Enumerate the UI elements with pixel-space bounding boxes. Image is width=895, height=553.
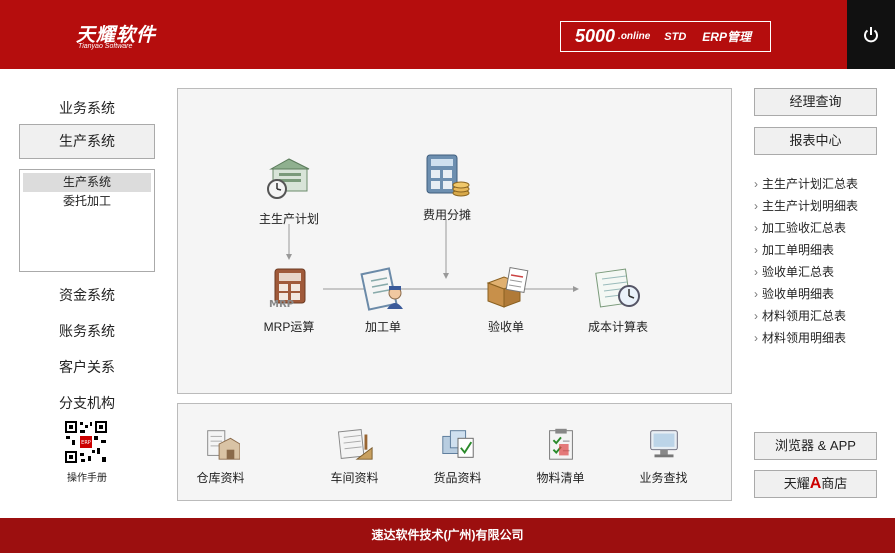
node-master-plan[interactable]: 主生产计划 bbox=[244, 157, 334, 227]
report-label: 加工验收汇总表 bbox=[762, 221, 847, 235]
report-link-5[interactable]: › 验收单明细表 bbox=[754, 285, 834, 302]
item-label: 仓库资料 bbox=[196, 471, 245, 485]
item-bom[interactable]: 物料清单 bbox=[518, 426, 603, 486]
product-version: 5000 bbox=[575, 26, 616, 46]
report-label: 材料领用汇总表 bbox=[762, 309, 847, 323]
item-goods[interactable]: 货品资料 bbox=[415, 426, 500, 486]
nav-branch[interactable]: 分支机构 bbox=[18, 393, 156, 413]
nav-funds[interactable]: 资金系统 bbox=[18, 285, 156, 305]
chevron-right-icon: › bbox=[754, 331, 758, 345]
logo-subtext: Tianyao Software bbox=[78, 43, 133, 50]
item-label: 物料清单 bbox=[536, 471, 585, 485]
product-badge: 5000 .online STD ERP管理 bbox=[560, 21, 771, 52]
report-link-6[interactable]: › 材料领用汇总表 bbox=[754, 307, 846, 324]
chevron-right-icon: › bbox=[754, 199, 758, 213]
report-center-button[interactable]: 报表中心 bbox=[754, 127, 877, 155]
node-work-order[interactable]: 加工单 bbox=[338, 265, 428, 335]
flow-arrows bbox=[286, 219, 579, 292]
node-label: MRP运算 bbox=[263, 320, 315, 334]
clipboard-worker-icon bbox=[360, 267, 403, 311]
report-label: 主生产计划明细表 bbox=[762, 199, 859, 213]
mrp-icon: MRP bbox=[269, 268, 306, 310]
power-icon bbox=[864, 26, 878, 42]
report-label: 验收单明细表 bbox=[762, 287, 835, 301]
node-label: 成本计算表 bbox=[587, 320, 648, 334]
report-label: 主生产计划汇总表 bbox=[762, 177, 859, 191]
report-link-7[interactable]: › 材料领用明细表 bbox=[754, 329, 846, 346]
qr-code-icon[interactable]: ERP bbox=[64, 420, 108, 464]
nav-production[interactable]: 生产系统 bbox=[19, 124, 155, 159]
node-cost-allocation[interactable]: 费用分摊 bbox=[402, 153, 492, 223]
goods-icon bbox=[441, 430, 474, 458]
production-sublist: 生产系统 委托加工 bbox=[19, 169, 155, 272]
browser-app-button[interactable]: 浏览器 & APP bbox=[754, 432, 877, 460]
header-bar: 天耀软件 Tianyao Software 5000 .online STD E… bbox=[0, 0, 895, 69]
report-label: 材料领用明细表 bbox=[762, 331, 847, 345]
chevron-right-icon: › bbox=[754, 177, 758, 191]
report-link-2[interactable]: › 加工验收汇总表 bbox=[754, 219, 846, 236]
workshop-icon bbox=[337, 429, 373, 460]
app-store-button[interactable]: 天耀A商店 bbox=[754, 470, 877, 498]
power-button[interactable] bbox=[847, 0, 895, 69]
node-label: 验收单 bbox=[487, 320, 524, 334]
item-label: 业务查找 bbox=[639, 471, 688, 485]
item-label: 货品资料 bbox=[433, 471, 482, 485]
calculator-coins-icon bbox=[426, 154, 470, 197]
qr-label: 操作手册 bbox=[67, 473, 107, 484]
flow-panel: 主生产计划 费用分摊 MRP MRP运算 加工单 验收单 成本计算表 bbox=[177, 88, 732, 394]
item-warehouse[interactable]: 仓库资料 bbox=[178, 426, 263, 486]
svg-text:MRP: MRP bbox=[269, 299, 294, 310]
chevron-right-icon: › bbox=[754, 243, 758, 257]
report-label: 验收单汇总表 bbox=[762, 265, 835, 279]
chevron-right-icon: › bbox=[754, 287, 758, 301]
node-label: 加工单 bbox=[364, 320, 401, 334]
sublist-item-production[interactable]: 生产系统 bbox=[23, 173, 151, 192]
node-mrp[interactable]: MRP MRP运算 bbox=[244, 265, 334, 335]
footer-bar: 速达软件技术(广州)有限公司 bbox=[0, 518, 895, 553]
chevron-right-icon: › bbox=[754, 309, 758, 323]
store-prefix: 天耀 bbox=[783, 476, 810, 491]
chevron-right-icon: › bbox=[754, 221, 758, 235]
item-label: 车间资料 bbox=[330, 471, 379, 485]
manager-query-button[interactable]: 经理查询 bbox=[754, 88, 877, 116]
store-logo-letter: A bbox=[809, 475, 822, 492]
spreadsheet-clock-icon bbox=[595, 268, 640, 308]
node-label: 费用分摊 bbox=[422, 208, 471, 222]
sublist-item-outsourcing[interactable]: 委托加工 bbox=[23, 192, 151, 211]
store-suffix: 商店 bbox=[821, 476, 848, 491]
chevron-right-icon: › bbox=[754, 265, 758, 279]
item-workshop[interactable]: 车间资料 bbox=[312, 426, 397, 486]
product-std: STD bbox=[664, 30, 687, 43]
node-cost-sheet[interactable]: 成本计算表 bbox=[573, 265, 663, 335]
svg-text:ERP: ERP bbox=[81, 440, 91, 446]
warehouse-icon bbox=[206, 430, 240, 460]
monitor-search-icon bbox=[649, 430, 678, 458]
report-label: 加工单明细表 bbox=[762, 243, 835, 257]
product-erp: ERP管理 bbox=[702, 30, 751, 44]
checklist-icon bbox=[548, 428, 573, 460]
box-document-icon bbox=[486, 267, 529, 308]
report-link-3[interactable]: › 加工单明细表 bbox=[754, 241, 834, 258]
product-online: .online bbox=[618, 31, 651, 42]
report-link-0[interactable]: › 主生产计划汇总表 bbox=[754, 175, 858, 192]
nav-accounting[interactable]: 账务系统 bbox=[18, 321, 156, 341]
nav-crm[interactable]: 客户关系 bbox=[18, 357, 156, 377]
node-acceptance[interactable]: 验收单 bbox=[461, 265, 551, 335]
report-link-1[interactable]: › 主生产计划明细表 bbox=[754, 197, 858, 214]
report-link-4[interactable]: › 验收单汇总表 bbox=[754, 263, 834, 280]
node-label: 主生产计划 bbox=[258, 212, 319, 226]
master-plan-icon bbox=[267, 158, 310, 199]
item-search[interactable]: 业务查找 bbox=[621, 426, 706, 486]
nav-business[interactable]: 业务系统 bbox=[18, 98, 156, 118]
base-data-panel: 仓库资料 车间资料 货品资料 物料清单 业务查找 bbox=[177, 403, 732, 501]
